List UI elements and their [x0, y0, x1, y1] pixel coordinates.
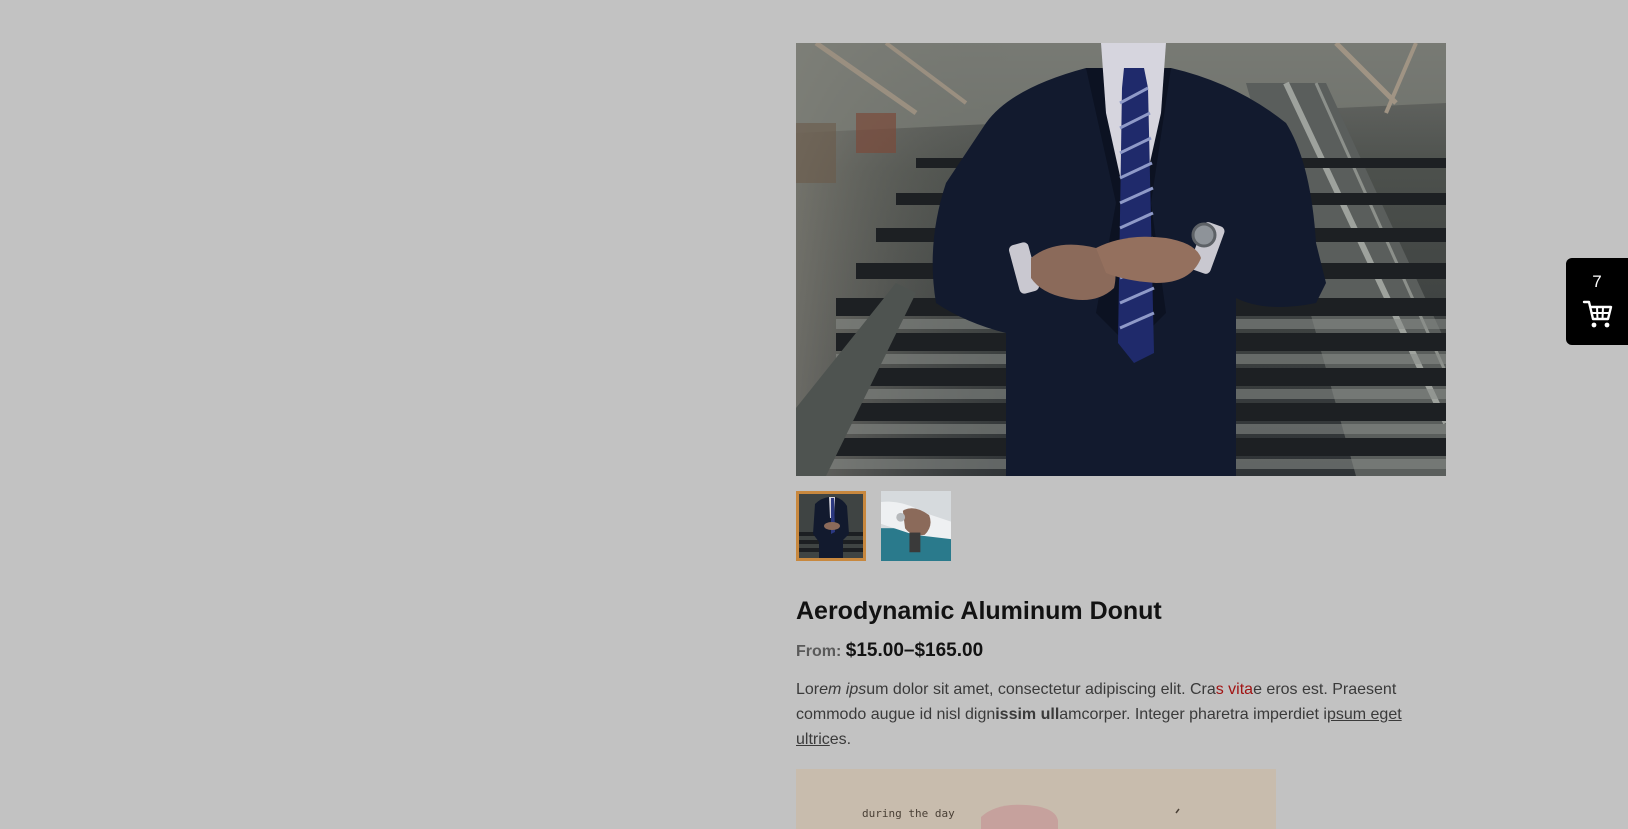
product-main-image[interactable] — [796, 43, 1446, 476]
desc-part-9: es. — [829, 731, 852, 748]
product-price: From: $15.00–$165.00 — [796, 640, 983, 662]
thumbnail-strip — [796, 491, 951, 561]
desc-part-1: Lor — [796, 681, 820, 698]
cart-button[interactable]: 7 — [1566, 258, 1628, 345]
desc-part-6: issim ull — [995, 706, 1060, 723]
price-prefix: From: — [796, 643, 842, 660]
product-title: Aerodynamic Aluminum Donut — [796, 597, 1162, 625]
cart-icon — [1582, 300, 1613, 328]
thumbnail-suit[interactable] — [796, 491, 866, 561]
desc-part-4: s vita — [1215, 681, 1254, 698]
product-description: Lorem ipsum dolor sit amet, consectetur … — [796, 677, 1416, 752]
desc-part-3: um dolor sit amet, consectetur adipiscin… — [866, 681, 1216, 698]
price-range: $15.00–$165.00 — [845, 640, 984, 661]
promo-image: during the day — [796, 769, 1276, 829]
desc-part-2: em ips — [819, 681, 867, 698]
thumbnail-cufflinks[interactable] — [881, 491, 951, 561]
desc-part-7: amcorper. Integer pharetra imperdiet i — [1059, 706, 1327, 723]
cart-count: 7 — [1592, 272, 1602, 291]
